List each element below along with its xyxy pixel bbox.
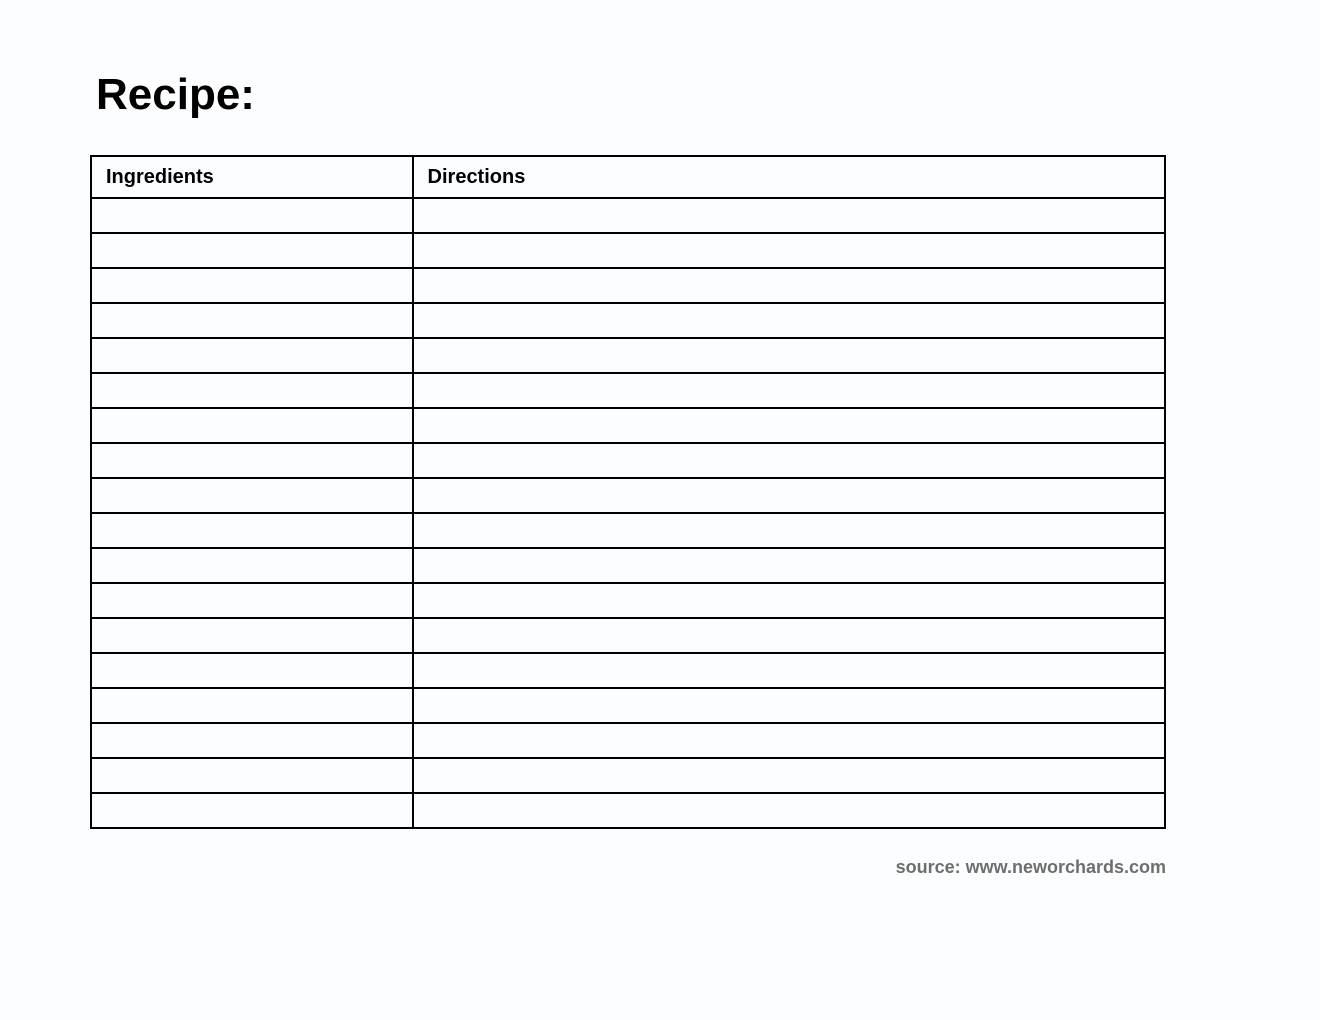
ingredients-cell[interactable] <box>91 443 413 478</box>
table-row <box>91 723 1165 758</box>
ingredients-cell[interactable] <box>91 793 413 828</box>
directions-cell[interactable] <box>413 303 1165 338</box>
table-row <box>91 198 1165 233</box>
column-header-directions: Directions <box>413 156 1165 198</box>
table-row <box>91 758 1165 793</box>
table-row <box>91 583 1165 618</box>
table-header-row: Ingredients Directions <box>91 156 1165 198</box>
table-row <box>91 268 1165 303</box>
ingredients-cell[interactable] <box>91 303 413 338</box>
ingredients-cell[interactable] <box>91 198 413 233</box>
table-row <box>91 793 1165 828</box>
ingredients-cell[interactable] <box>91 513 413 548</box>
column-header-ingredients: Ingredients <box>91 156 413 198</box>
directions-cell[interactable] <box>413 758 1165 793</box>
ingredients-cell[interactable] <box>91 233 413 268</box>
ingredients-cell[interactable] <box>91 583 413 618</box>
directions-cell[interactable] <box>413 233 1165 268</box>
table-row <box>91 513 1165 548</box>
directions-cell[interactable] <box>413 513 1165 548</box>
ingredients-cell[interactable] <box>91 408 413 443</box>
directions-cell[interactable] <box>413 723 1165 758</box>
source-attribution: source: www.neworchards.com <box>90 857 1166 878</box>
directions-cell[interactable] <box>413 198 1165 233</box>
ingredients-cell[interactable] <box>91 653 413 688</box>
ingredients-cell[interactable] <box>91 478 413 513</box>
directions-cell[interactable] <box>413 548 1165 583</box>
table-row <box>91 688 1165 723</box>
ingredients-cell[interactable] <box>91 268 413 303</box>
directions-cell[interactable] <box>413 653 1165 688</box>
ingredients-cell[interactable] <box>91 758 413 793</box>
directions-cell[interactable] <box>413 268 1165 303</box>
table-row <box>91 338 1165 373</box>
page-title: Recipe: <box>96 70 1230 120</box>
table-row <box>91 233 1165 268</box>
directions-cell[interactable] <box>413 618 1165 653</box>
directions-cell[interactable] <box>413 408 1165 443</box>
table-row <box>91 443 1165 478</box>
directions-cell[interactable] <box>413 583 1165 618</box>
table-row <box>91 478 1165 513</box>
table-row <box>91 653 1165 688</box>
ingredients-cell[interactable] <box>91 723 413 758</box>
directions-cell[interactable] <box>413 478 1165 513</box>
directions-cell[interactable] <box>413 373 1165 408</box>
table-row <box>91 408 1165 443</box>
ingredients-cell[interactable] <box>91 338 413 373</box>
directions-cell[interactable] <box>413 688 1165 723</box>
ingredients-cell[interactable] <box>91 373 413 408</box>
table-row <box>91 618 1165 653</box>
directions-cell[interactable] <box>413 443 1165 478</box>
ingredients-cell[interactable] <box>91 618 413 653</box>
directions-cell[interactable] <box>413 338 1165 373</box>
table-row <box>91 303 1165 338</box>
table-row <box>91 548 1165 583</box>
ingredients-cell[interactable] <box>91 688 413 723</box>
ingredients-cell[interactable] <box>91 548 413 583</box>
table-row <box>91 373 1165 408</box>
directions-cell[interactable] <box>413 793 1165 828</box>
recipe-table: Ingredients Directions <box>90 155 1166 829</box>
